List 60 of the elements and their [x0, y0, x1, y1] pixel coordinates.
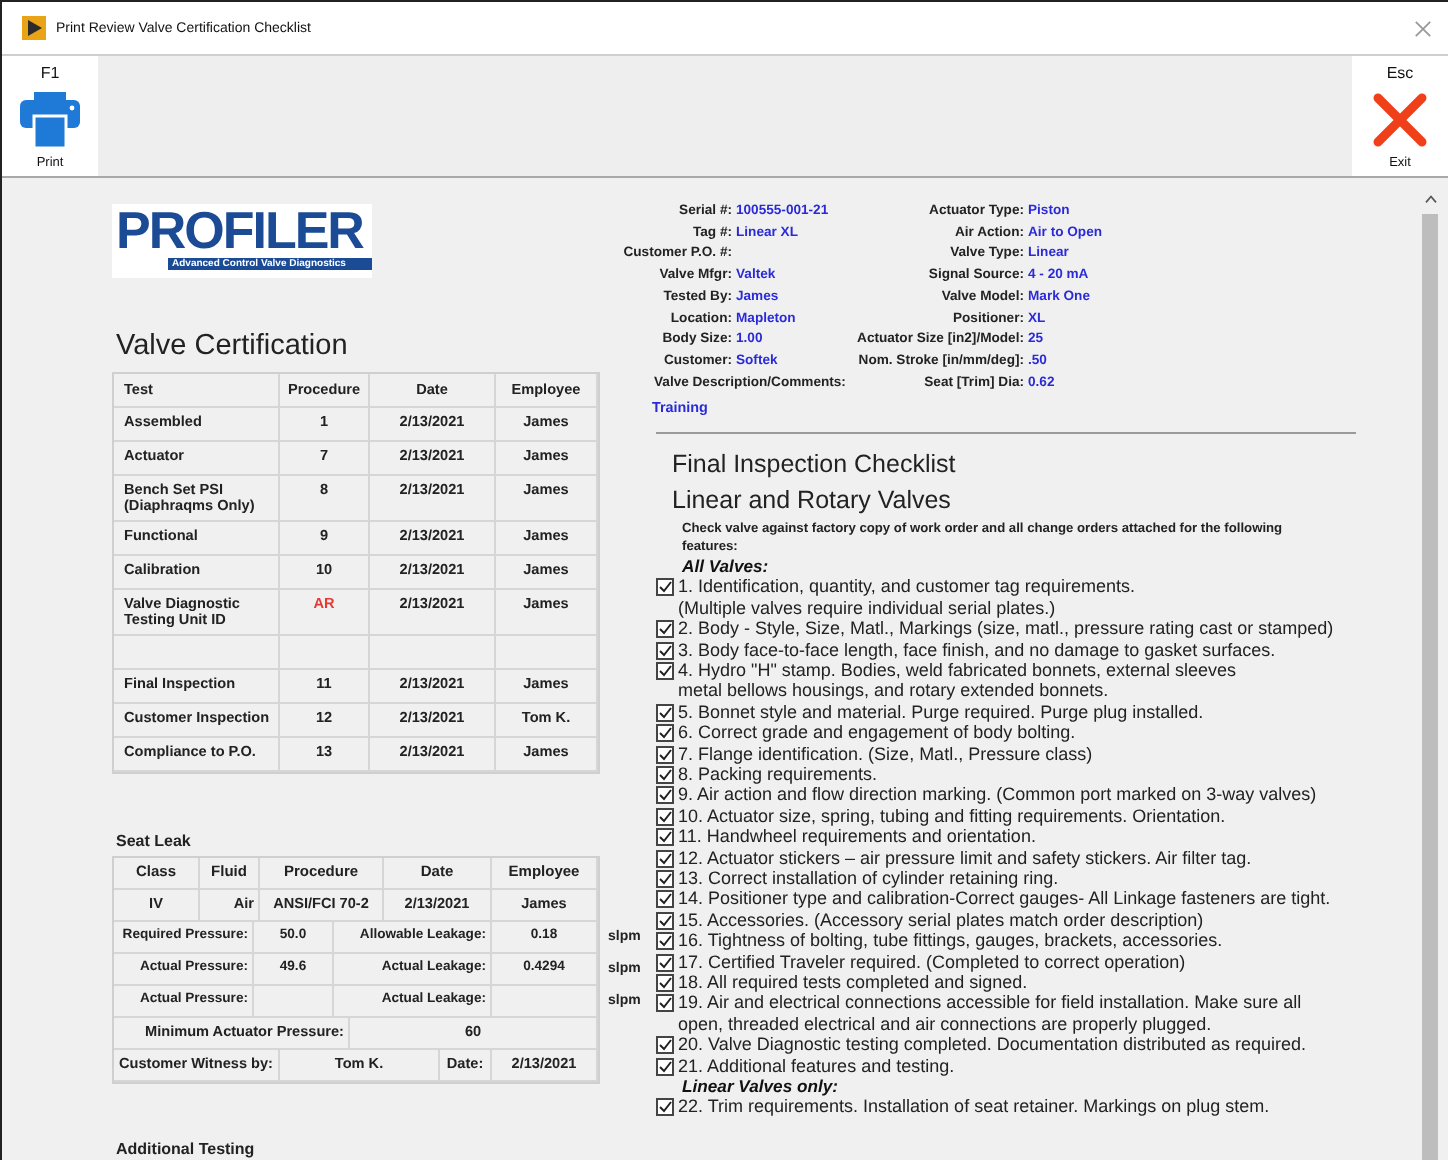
section-heading: Linear Valves only: [682, 1076, 841, 1097]
checkbox[interactable] [656, 703, 674, 722]
table-cell [280, 636, 370, 670]
checklist-text: 2. Body - Style, Size, Matl., Markings (size, matl., pressure rating cast or stamped) [678, 618, 1334, 640]
checkbox[interactable] [656, 661, 674, 680]
checklist-text: 9. Air action and flow direction marking. (Common port marked on 3-way valves) [678, 784, 1317, 806]
checkbox[interactable] [656, 745, 674, 764]
section-heading: All Valves: [682, 556, 771, 577]
checklist-text: 11. Handwheel requirements and orientation. [678, 826, 1036, 848]
checkbox[interactable] [656, 849, 674, 868]
scroll-up-icon[interactable] [1423, 194, 1437, 204]
checklist-text: 19. Air and electrical connections accessible for field installation. Make sure all open, threaded electrical and air connections are properly plugged. [678, 992, 1302, 1035]
checkbox[interactable] [656, 1098, 674, 1117]
checkbox[interactable] [656, 974, 674, 993]
checklist-text: 10. Actuator size, spring, tubing and fitting requirements. Orientation. [678, 805, 1226, 827]
section-title: Valve Certification [116, 330, 350, 362]
checkbox[interactable] [656, 641, 674, 660]
table-cell [254, 986, 334, 1018]
checklist-text: 4. Hydro "H" stamp. Bodies, weld fabricated bonnets, external sleeves metal bellows housings, and rotary extended bonnets. [678, 659, 1237, 702]
checklist-text: 12. Actuator stickers – air pressure limit and safety stickers. Air filter tag. [678, 847, 1252, 869]
checkbox[interactable] [656, 932, 674, 951]
checkbox[interactable] [656, 765, 674, 784]
checkbox[interactable] [656, 786, 674, 805]
checkbox[interactable] [656, 807, 674, 826]
checklist-text: 20. Valve Diagnostic testing completed. Documentation distributed as required. [678, 1034, 1307, 1056]
checklist-text: 1. Identification, quantity, and customer tag requirements. (Multiple valves require individual serial plates.) [678, 576, 1135, 619]
checkbox[interactable] [656, 890, 674, 909]
checklist-text: 7. Flange identification. (Size, Matl., Pressure class) [678, 743, 1093, 764]
checklist-title: Final Inspection Checklist [672, 448, 958, 481]
checklist-text: 17. Certified Traveler required. (Completed to correct operation) [678, 951, 1186, 973]
checkbox[interactable] [656, 994, 674, 1013]
checkbox[interactable] [656, 578, 674, 597]
table-cell [370, 636, 496, 670]
printer-icon [20, 91, 80, 147]
section-title: Additional Testing [116, 1140, 257, 1158]
checklist-text: 16. Tightness of bolting, tube fittings, gauges, brackets, accessories. [678, 930, 1223, 952]
app-icon [22, 16, 46, 40]
checkbox[interactable] [656, 870, 674, 889]
checklist-text: 14. Positioner type and calibration-Correct gauges- All Linkage fasteners are tight. [678, 888, 1331, 910]
checkbox[interactable] [656, 1036, 674, 1055]
checklist-text: 15. Accessories. (Accessory serial plates match order description) [678, 909, 1204, 931]
checklist-text: 8. Packing requirements. [678, 763, 878, 785]
checkbox[interactable] [656, 1057, 674, 1076]
checkbox[interactable] [656, 620, 674, 639]
close-icon [1372, 91, 1428, 147]
scrollbar-thumb[interactable] [1422, 214, 1438, 1160]
checklist-text: 13. Correct installation of cylinder retaining ring. [678, 868, 1059, 889]
checkbox[interactable] [656, 828, 674, 847]
checklist-text: 6. Correct grade and engagement of body bolting. [678, 722, 1076, 744]
section-title: Seat Leak [116, 832, 193, 850]
checklist-text: 3. Body face-to-face length, face finish, and no damage to gasket surfaces. [678, 639, 1276, 660]
close-icon[interactable] [1414, 19, 1432, 37]
checklist-subtitle: Linear and Rotary Valves [672, 484, 953, 517]
checklist-text: 18. All required tests completed and signed. [678, 972, 1028, 993]
checkbox[interactable] [656, 724, 674, 743]
checkbox[interactable] [656, 911, 674, 930]
checklist-text: 21. Additional features and testing. [678, 1055, 955, 1077]
checklist-text: 5. Bonnet style and material. Purge required. Purge plug installed. [678, 701, 1204, 723]
checkbox[interactable] [656, 953, 674, 972]
checklist-text: 22. Trim requirements. Installation of seat retainer. Markings on plug stem. [678, 1096, 1270, 1117]
